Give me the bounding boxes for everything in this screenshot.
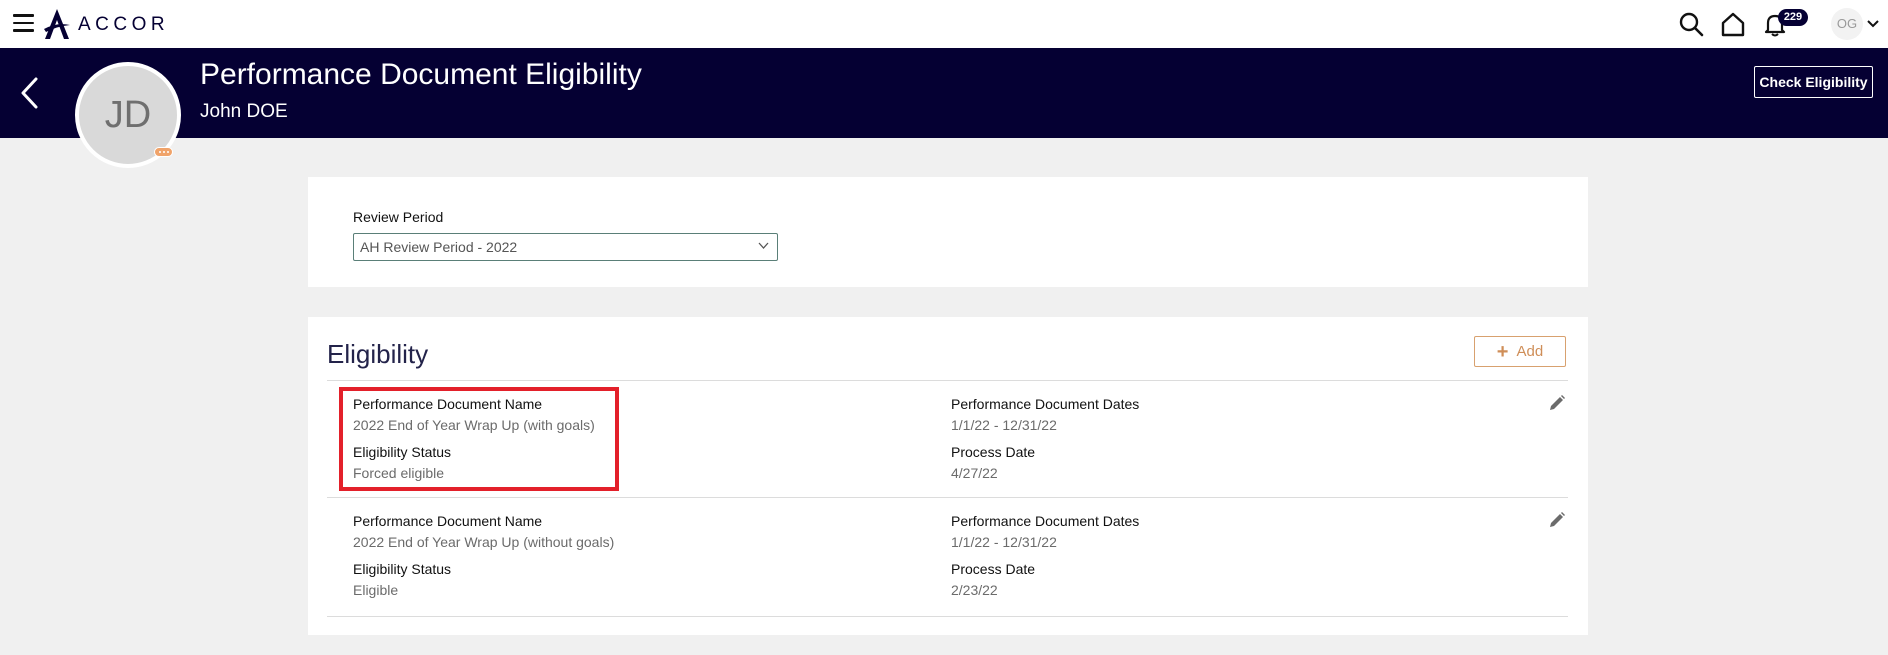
brand-name: ACCOR [78, 14, 170, 35]
top-navigation-bar: ACCOR 229 OG [0, 0, 1888, 48]
plus-icon: + [1496, 340, 1509, 363]
eligibility-status-field: Eligibility Status Forced eligible [353, 444, 451, 481]
review-period-select[interactable]: AH Review Period - 2022 [353, 233, 778, 261]
eligibility-status-label: Eligibility Status [353, 561, 452, 577]
document-name-field: Performance Document Name 2022 End of Ye… [353, 396, 595, 433]
edit-pencil-icon[interactable] [1548, 394, 1566, 412]
document-name-value: 2022 End of Year Wrap Up (without goals) [353, 534, 615, 550]
add-button-label: Add [1516, 343, 1544, 360]
notification-badge: 229 [1778, 9, 1808, 26]
document-dates-field: Performance Document Dates 1/1/22 - 12/3… [951, 513, 1139, 550]
eligibility-status-value: Forced eligible [353, 465, 445, 481]
document-dates-value: 1/1/22 - 12/31/22 [951, 534, 1057, 550]
document-name-label: Performance Document Name [353, 396, 543, 412]
process-date-label: Process Date [951, 444, 1036, 460]
user-avatar: OG [1831, 8, 1863, 40]
back-arrow-icon[interactable] [18, 76, 42, 110]
process-date-label: Process Date [951, 561, 1036, 577]
document-dates-field: Performance Document Dates 1/1/22 - 12/3… [951, 396, 1139, 433]
document-name-label: Performance Document Name [353, 513, 543, 529]
review-period-value: AH Review Period - 2022 [360, 239, 518, 255]
eligibility-row: Performance Document Name 2022 End of Ye… [308, 380, 1588, 497]
review-period-card: Review Period AH Review Period - 2022 [308, 177, 1588, 287]
accor-logo-mark [44, 9, 70, 39]
search-icon[interactable] [1678, 11, 1704, 37]
process-date-field: Process Date 4/27/22 [951, 444, 1035, 481]
page-header: Performance Document Eligibility John DO… [0, 48, 1888, 138]
employee-name: John DOE [200, 101, 288, 122]
accor-logo[interactable]: ACCOR [42, 7, 169, 41]
document-dates-label: Performance Document Dates [951, 396, 1140, 412]
home-icon[interactable] [1720, 11, 1746, 37]
chevron-down-icon [1867, 20, 1879, 28]
process-date-value: 4/27/22 [951, 465, 998, 481]
page-title: Performance Document Eligibility [200, 58, 642, 91]
presence-indicator [154, 147, 173, 157]
document-dates-label: Performance Document Dates [951, 513, 1140, 529]
process-date-field: Process Date 2/23/22 [951, 561, 1035, 598]
eligibility-card: Eligibility + Add Performance Document N… [308, 317, 1588, 635]
eligibility-status-field: Eligibility Status Eligible [353, 561, 451, 598]
process-date-value: 2/23/22 [951, 582, 998, 598]
document-name-field: Performance Document Name 2022 End of Ye… [353, 513, 614, 550]
eligibility-status-value: Eligible [353, 582, 399, 598]
eligibility-row: Performance Document Name 2022 End of Ye… [308, 497, 1588, 614]
document-name-value: 2022 End of Year Wrap Up (with goals) [353, 417, 595, 433]
menu-icon[interactable] [13, 14, 34, 32]
eligibility-title: Eligibility [327, 339, 429, 369]
add-button[interactable]: + Add [1474, 336, 1566, 367]
document-dates-value: 1/1/22 - 12/31/22 [951, 417, 1057, 433]
divider [327, 616, 1568, 617]
chevron-down-icon [758, 242, 769, 249]
review-period-label: Review Period [353, 209, 444, 225]
eligibility-status-label: Eligibility Status [353, 444, 452, 460]
user-menu[interactable]: OG [1831, 8, 1880, 40]
check-eligibility-button[interactable]: Check Eligibility [1754, 66, 1873, 98]
edit-pencil-icon[interactable] [1548, 511, 1566, 529]
